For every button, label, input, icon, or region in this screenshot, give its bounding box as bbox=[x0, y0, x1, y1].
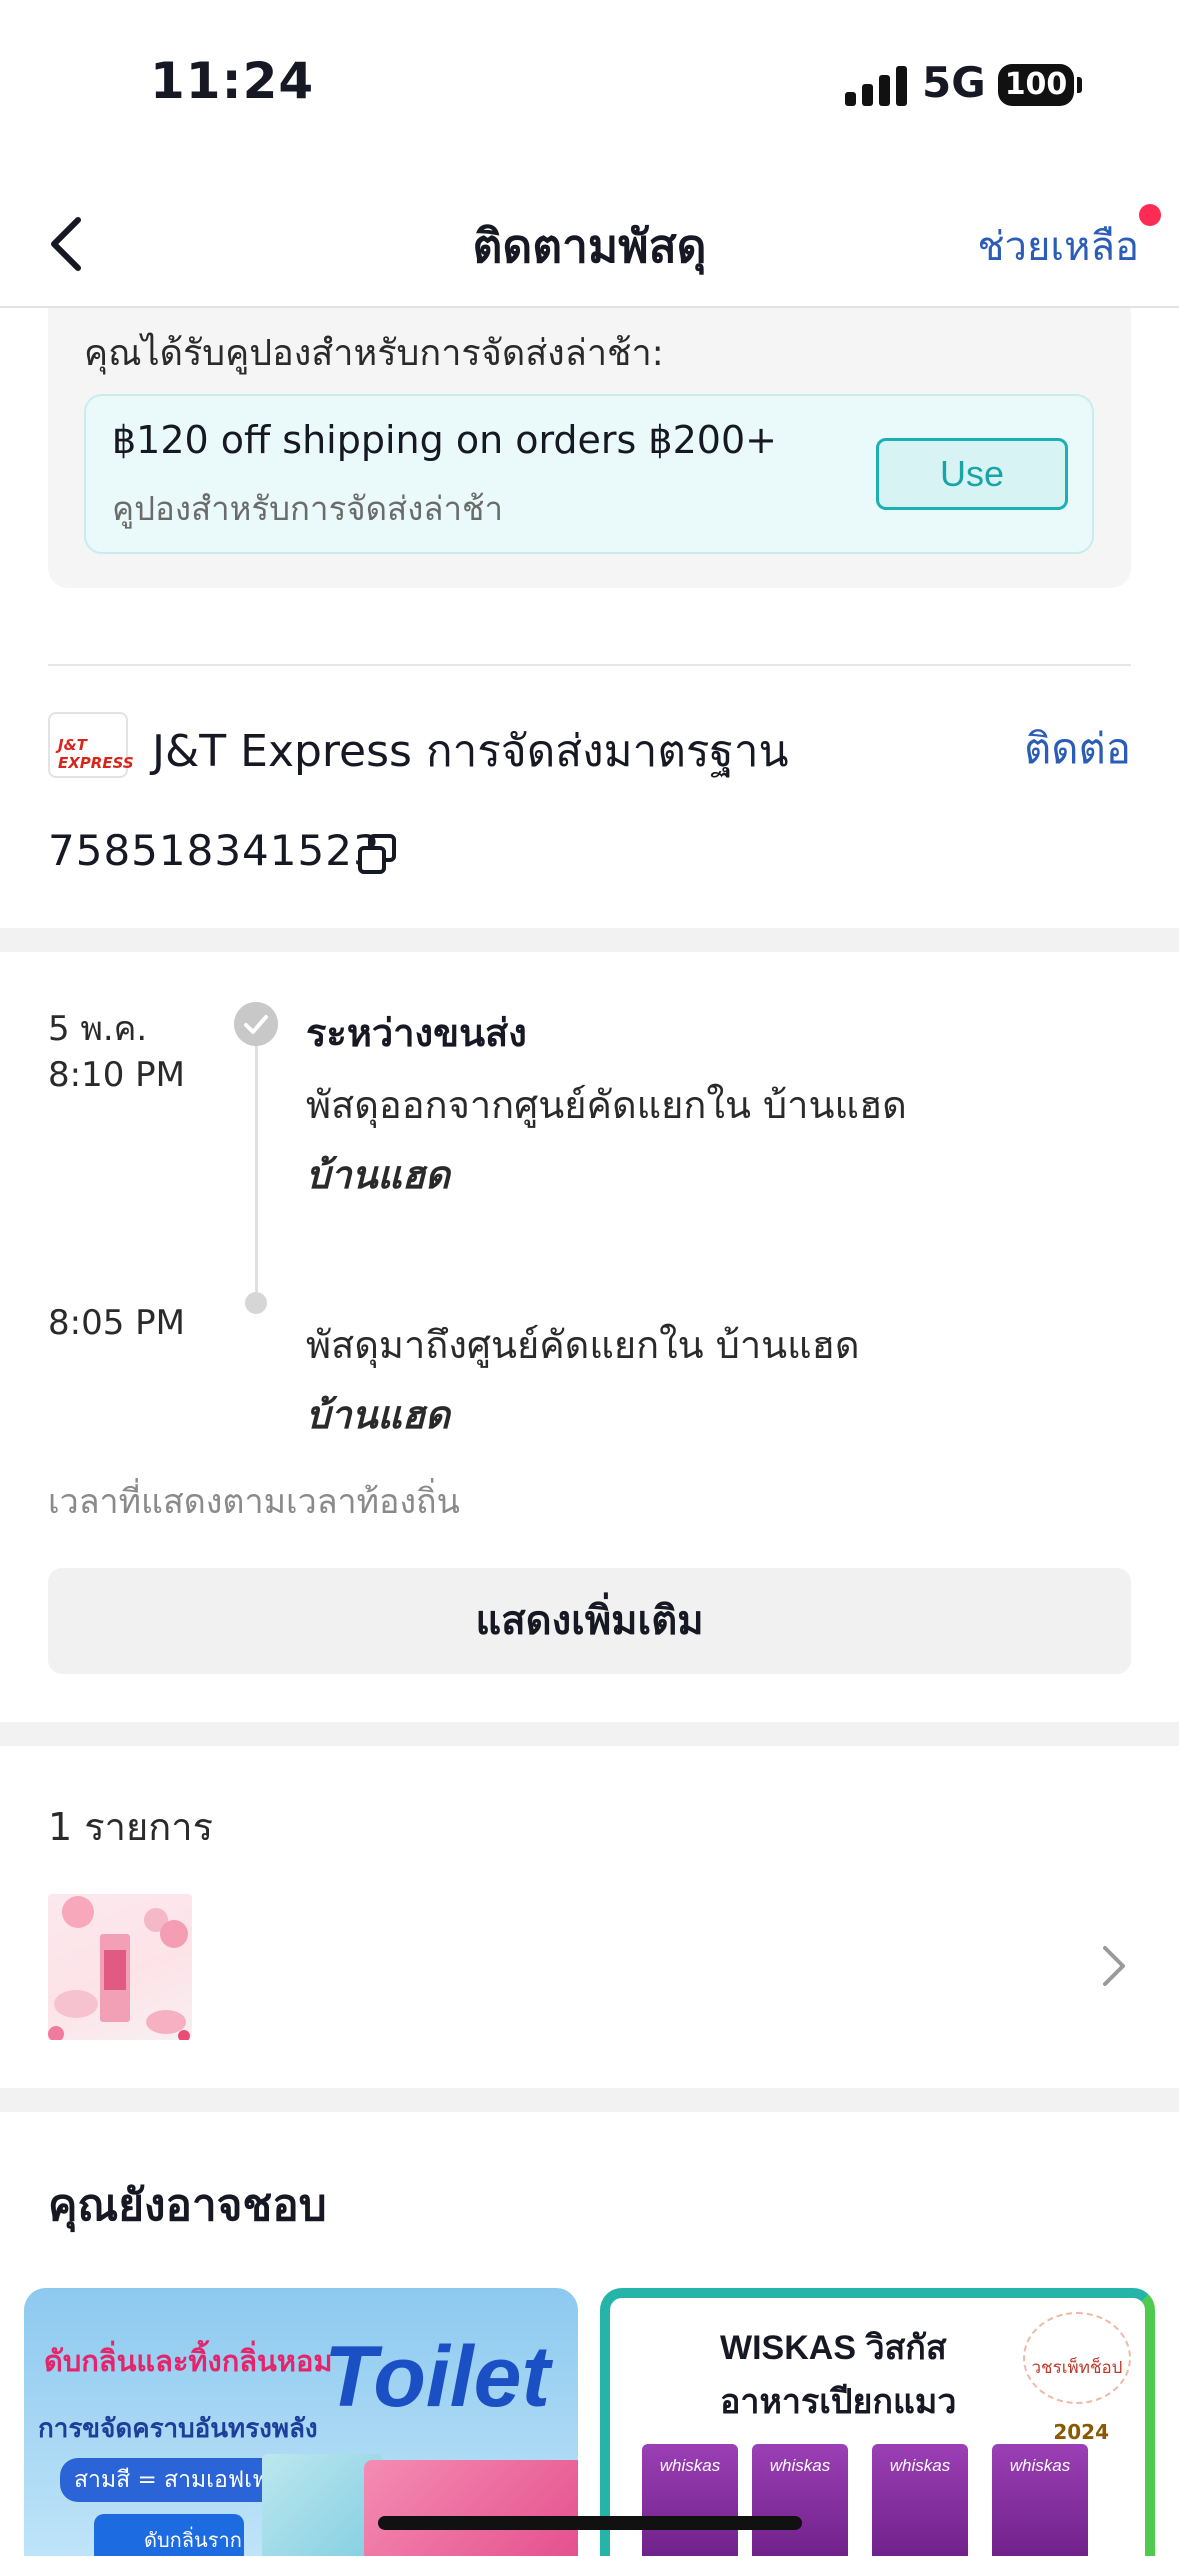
event-time: 8:05 PM bbox=[48, 1303, 185, 1343]
status-bar: 11:24 5G 100 bbox=[0, 0, 1179, 170]
timeline-date: 8:05 PM bbox=[48, 1300, 185, 1346]
event-place: บ้านแฮด bbox=[306, 1153, 450, 1197]
brand-text: Toilet bbox=[324, 2329, 551, 2425]
coupon-title: ฿120 off shipping on orders ฿200+ bbox=[112, 418, 777, 462]
check-circle-icon bbox=[234, 1002, 278, 1046]
items-count: 1 รายการ bbox=[48, 1805, 214, 1849]
late-delivery-coupon-section: คุณได้รับคูปองสำหรับการจัดส่งล่าช้า: ฿12… bbox=[48, 308, 1131, 588]
carrier-logo: J&T EXPRESS bbox=[48, 712, 134, 778]
timeline-date: 5 พ.ค. 8:10 PM bbox=[48, 1006, 185, 1098]
pouch-label: whiskas bbox=[769, 2456, 831, 2475]
event-date: 5 พ.ค. bbox=[48, 1009, 148, 1049]
copy-icon[interactable] bbox=[356, 832, 398, 876]
home-indicator[interactable] bbox=[378, 2516, 802, 2530]
event-description: พัสดุออกจากศูนย์คัดแยกใน บ้านแฮด bbox=[306, 1083, 907, 1127]
section-gap bbox=[0, 928, 1179, 952]
coupon-subtitle: คูปองสำหรับการจัดส่งล่าช้า bbox=[112, 489, 503, 528]
promo-text: ดับกลิ่นและทิ้งกลิ่นหอม bbox=[44, 2344, 333, 2378]
product-pouch: whiskas bbox=[872, 2444, 968, 2556]
local-time-note: เวลาที่แสดงตามเวลาท้องถิ่น bbox=[48, 1482, 460, 1522]
pouch-label: whiskas bbox=[889, 2456, 951, 2475]
network-label: 5G bbox=[922, 58, 986, 107]
carrier-name: J&T Express การจัดส่งมาตรฐาน bbox=[152, 726, 789, 777]
tracking-number: 758518341523 bbox=[48, 826, 381, 875]
product-image bbox=[48, 1896, 190, 2040]
section-gap bbox=[0, 2088, 1179, 2112]
section-divider bbox=[48, 664, 1131, 666]
shop-stamp: วชรเพ็ทช็อป bbox=[1023, 2312, 1131, 2404]
product-box bbox=[364, 2460, 578, 2556]
promo-text: การขจัดคราบอันทรงพลัง bbox=[38, 2414, 318, 2444]
contact-carrier-link[interactable]: ติดต่อ bbox=[1024, 716, 1131, 782]
battery-icon: 100 bbox=[998, 64, 1074, 106]
event-time: 8:10 PM bbox=[48, 1055, 185, 1095]
promo-check: ดับกลิ่นราก bbox=[94, 2514, 244, 2556]
signal-icon bbox=[845, 64, 907, 106]
event-description: พัสดุมาถึงศูนย์คัดแยกใน บ้านแฮด bbox=[306, 1323, 860, 1367]
timeline-line bbox=[255, 1040, 258, 1302]
product-pouch: whiskas bbox=[752, 2444, 848, 2556]
product-thumbnail bbox=[48, 1894, 192, 2040]
product-pouch: whiskas bbox=[642, 2444, 738, 2556]
carrier-logo-text: J&T EXPRESS bbox=[58, 736, 134, 772]
product-subtitle: อาหารเปียกแมว bbox=[720, 2382, 957, 2422]
event-status: ระหว่างขนส่ง bbox=[306, 1011, 527, 1055]
pouch-label: whiskas bbox=[659, 2456, 721, 2475]
help-link[interactable]: ช่วยเหลือ bbox=[977, 214, 1139, 278]
pouch-label: whiskas bbox=[1009, 2456, 1071, 2475]
stamp-year: 2024 bbox=[1053, 2420, 1109, 2444]
recommendations-heading: คุณยังอาจชอบ bbox=[48, 2180, 327, 2231]
notification-dot bbox=[1139, 204, 1161, 226]
nav-bar: ติดตามพัสดุ ช่วยเหลือ bbox=[0, 170, 1179, 308]
product-title: WISKAS วิสกัส bbox=[720, 2329, 947, 2367]
show-more-button[interactable]: แสดงเพิ่มเติม bbox=[48, 1568, 1131, 1674]
chevron-right-icon bbox=[1103, 1946, 1125, 1986]
battery-tip bbox=[1077, 77, 1082, 93]
product-pouch: whiskas bbox=[992, 2444, 1088, 2556]
item-row[interactable] bbox=[0, 1880, 1179, 2050]
timeline-dot bbox=[245, 1292, 267, 1314]
coupon-heading: คุณได้รับคูปองสำหรับการจัดส่งล่าช้า: bbox=[84, 333, 664, 374]
status-time: 11:24 bbox=[150, 52, 315, 110]
section-gap bbox=[0, 1722, 1179, 1746]
use-coupon-button[interactable]: Use bbox=[876, 438, 1068, 510]
event-place: บ้านแฮด bbox=[306, 1393, 450, 1437]
coupon-ticket: ฿120 off shipping on orders ฿200+ คูปองส… bbox=[84, 394, 1094, 554]
